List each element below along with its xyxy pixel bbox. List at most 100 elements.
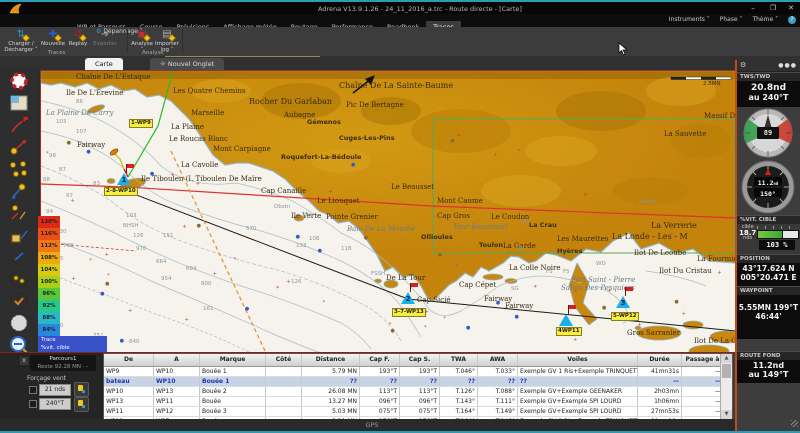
column-header[interactable]: De (104, 354, 154, 366)
chart-label: Ilot Du Cristau (659, 267, 712, 275)
position-header: POSITION (737, 254, 800, 263)
tab-carte[interactable]: Carte (85, 58, 123, 70)
table-row[interactable]: WP13WP11Bouée13.27 MN096°T096°TT.143°T.1… (104, 397, 732, 407)
waypoint-value: 5.55MN 199°T 46:44' (737, 295, 800, 339)
wind-dir-picker-button[interactable] (74, 397, 89, 412)
table-cell: Exemple GV+Exemple SPI LOURD (518, 397, 638, 406)
wind-dir-checkbox[interactable] (29, 400, 37, 408)
depth-sounding: FS (546, 269, 553, 275)
chart-symbol: ● (602, 306, 606, 311)
phase-menu[interactable]: Phase ˅ (720, 16, 743, 23)
tab-nouvel-onglet[interactable]: ☼ Nouvel Onglet (150, 58, 224, 70)
maximize-button[interactable]: ❐ (766, 4, 780, 13)
circle-check-icon[interactable] (7, 291, 31, 312)
table-scrollbar[interactable]: ▲ ▼ (720, 354, 732, 419)
legend-entry: 108% (38, 252, 60, 264)
table-row[interactable]: WP10WP13Bouée 226.08 MN113°T113°TT.126°T… (104, 387, 732, 397)
gps-status: GPS (352, 421, 392, 429)
chart-label: Pic De Bertagne (346, 101, 404, 109)
gear-icon[interactable]: ⚙ (740, 61, 746, 69)
circle-arrow-icon[interactable] (7, 247, 31, 268)
instruments-sidebar: ⚙ ●●● TWS/TWD 20.8nd au 240°T (735, 60, 800, 431)
nouvelle-button[interactable]: ✚ Nouvelle (40, 29, 66, 47)
selection-circle-icon[interactable] (7, 313, 31, 334)
circle-waypoints-icon[interactable] (7, 269, 31, 290)
window-title: Adrena V13.9.1.26 - 24_11_2016_a.trc - R… (318, 5, 522, 13)
scroll-down-icon[interactable]: ▼ (721, 410, 732, 419)
table-row[interactable]: bateauWP10Bouée 1????????????—— (104, 377, 732, 387)
scroll-thumb[interactable] (722, 364, 731, 378)
instruments-menu[interactable]: Instruments ˅ (669, 16, 710, 23)
column-header[interactable]: Cap F. (360, 354, 400, 366)
depth-sounding: 133 (296, 243, 307, 249)
column-header[interactable]: Marque (200, 354, 266, 366)
wind-speed-picker-button[interactable] (74, 382, 89, 397)
help-icon[interactable]: ? (788, 16, 796, 24)
chart-symbol: + (493, 153, 497, 158)
chart-symbol: * (585, 287, 588, 292)
depth-sounding: FS (563, 269, 570, 275)
depth-sounding: 970 (136, 246, 147, 252)
scroll-up-icon[interactable]: ▲ (721, 354, 732, 363)
close-button[interactable]: ✕ (784, 4, 798, 13)
depth-sounding: BHSH (123, 223, 139, 229)
waypoint-label[interactable]: 3-7-WP13 (392, 308, 426, 317)
replay-icon: ↺ (72, 29, 84, 40)
chart-symbol: ● (67, 141, 71, 146)
route-edit-icon[interactable] (7, 225, 31, 246)
chart-view-icon[interactable] (7, 93, 31, 114)
waypoint-marker-3[interactable]: 3 (616, 296, 630, 308)
chart-symbol: + (128, 309, 132, 314)
minimize-button[interactable]: – (746, 4, 760, 13)
column-header[interactable]: AWA (478, 354, 518, 366)
waypoint-marker-1[interactable]: 1 (117, 173, 131, 185)
charger-decharger-button[interactable]: ⇅ Charger /Décharger ˅ (4, 29, 38, 53)
wind-dir-field[interactable]: 240°T (39, 398, 71, 410)
position-value: 43°17.624 N 005°20.471 E (737, 263, 800, 286)
waypoint-label[interactable]: 2-8-WP10 (104, 187, 138, 196)
waypoint-label[interactable]: 1-WP9 (129, 119, 153, 128)
depth-sounding: 161 (203, 306, 214, 312)
column-header[interactable]: Passage à (682, 354, 724, 366)
column-header[interactable]: A (154, 354, 200, 366)
table-row[interactable]: WP9WP10Bouée 15.79 MN193°T193°TT.046°T.0… (104, 367, 732, 377)
waypoint-blue-route-icon[interactable] (7, 181, 31, 202)
replay-button[interactable]: ↺ Replay (66, 29, 90, 47)
table-cell: T.046° (440, 367, 478, 376)
track-flag-icon[interactable] (7, 115, 31, 136)
chart-symbol: + (71, 277, 75, 282)
waypoint-label[interactable]: 4WP11 (556, 327, 582, 336)
chart-label: Chaîne De La Sainte-Baume (339, 81, 453, 90)
chart-symbol: + (71, 199, 75, 204)
column-header[interactable]: Distance (302, 354, 360, 366)
legs-table[interactable]: DeAMarqueCôtéDistanceCap F.Cap S.TWAAWAV… (103, 353, 733, 422)
column-header[interactable]: Voiles (518, 354, 638, 366)
waypoints-group-icon[interactable] (7, 159, 31, 180)
column-header[interactable]: Durée (638, 354, 682, 366)
table-cell: — (682, 367, 724, 376)
column-header[interactable]: Côté (266, 354, 302, 366)
depth-sounding: 118 (341, 246, 352, 252)
depth-sounding: 103 (56, 119, 67, 125)
options-dots-icon[interactable]: ●●● (778, 60, 797, 71)
waypoint-arrows-icon[interactable] (7, 203, 31, 224)
mob-lifebuoy-icon[interactable] (7, 71, 31, 92)
waypoint-marker-4WP11[interactable] (559, 314, 573, 326)
depth-sounding: 570 (246, 226, 257, 232)
close-parcours-button[interactable]: x (20, 357, 28, 365)
wind-speed-checkbox[interactable] (29, 386, 37, 394)
column-header[interactable]: Cap S. (400, 354, 440, 366)
column-header[interactable]: TWA (440, 354, 478, 366)
waypoint-label[interactable]: 5-WP12 (611, 312, 639, 321)
nautical-chart[interactable]: 2.5MN Chaîne De L'EstaqueIle De L'Erevin… (40, 70, 737, 354)
waypoint-marker-2[interactable]: 2 (401, 292, 415, 304)
sidebar-resize-grip[interactable] (791, 420, 798, 427)
table-cell: — (638, 377, 682, 386)
theme-menu[interactable]: Thème ˅ (752, 16, 778, 23)
wind-speed-field[interactable]: 21 nds (39, 384, 71, 396)
table-cell: T.143° (440, 397, 478, 406)
chart-label: Hyères (557, 247, 583, 255)
table-row[interactable]: WP11WP12Bouée 35.03 MN075°T075°TT.164°T.… (104, 407, 732, 417)
vit-cible-pct: 103 % (759, 240, 795, 250)
waypoint-red-route-icon[interactable] (7, 137, 31, 158)
